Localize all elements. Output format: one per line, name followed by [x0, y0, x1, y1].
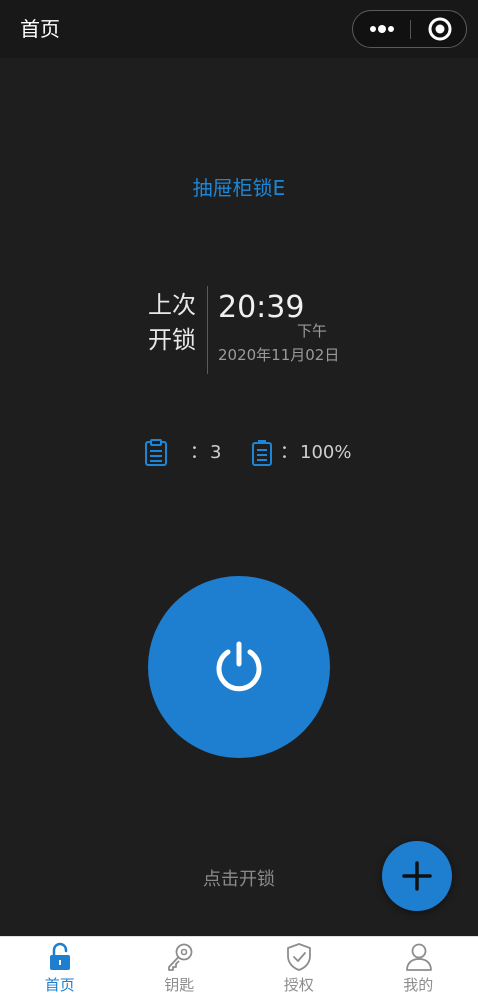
user-icon [405, 943, 432, 971]
last-unlock-divider [207, 286, 208, 374]
records-count: 3 [210, 442, 222, 463]
more-dots-icon [370, 25, 394, 33]
records-colon: ： [190, 442, 208, 463]
target-circle-icon [428, 17, 452, 41]
shield-check-icon [287, 943, 311, 971]
close-button[interactable] [411, 11, 467, 47]
tab-keys-label: 钥匙 [164, 976, 195, 994]
last-unlock-period: 下午 [297, 322, 328, 340]
tab-keys[interactable]: 钥匙 [120, 937, 240, 1000]
lock-icon [50, 942, 70, 970]
last-unlock-label-line2: 开锁 [148, 326, 196, 354]
tab-authorize[interactable]: 授权 [239, 937, 359, 1000]
device-name: 抽屉柜锁E [192, 176, 286, 200]
mini-program-capsule [352, 10, 467, 48]
bottom-tab-bar: 首页 钥匙 授权 我的 [0, 936, 478, 1000]
last-unlock-label-line1: 上次 [148, 291, 196, 319]
clipboard-icon [144, 439, 168, 467]
tab-mine[interactable]: 我的 [359, 937, 478, 1000]
tab-mine-label: 我的 [403, 976, 434, 994]
key-icon [167, 943, 192, 971]
battery-level: 100% [300, 442, 352, 463]
more-button[interactable] [353, 11, 410, 47]
last-unlock-time: 20:39 [218, 290, 305, 325]
plus-icon [402, 861, 432, 891]
tab-authorize-label: 授权 [283, 976, 314, 994]
last-unlock-label: 上次 开锁 [144, 288, 200, 358]
last-unlock-date: 2020年11月02日 [218, 346, 340, 364]
tab-home[interactable]: 首页 [0, 937, 120, 1000]
header-bar: 首页 [0, 0, 478, 58]
add-button[interactable] [382, 841, 452, 911]
power-icon [216, 641, 262, 692]
battery-colon: ： [280, 442, 298, 463]
page-title: 首页 [20, 17, 60, 41]
home-screen: 首页 抽屉柜锁E 上次 开锁 20:39 下午 2020年11月02日 ： 3 … [0, 0, 478, 1000]
tab-home-label: 首页 [44, 976, 75, 994]
unlock-power-button[interactable] [148, 576, 330, 758]
battery-icon [250, 439, 274, 467]
